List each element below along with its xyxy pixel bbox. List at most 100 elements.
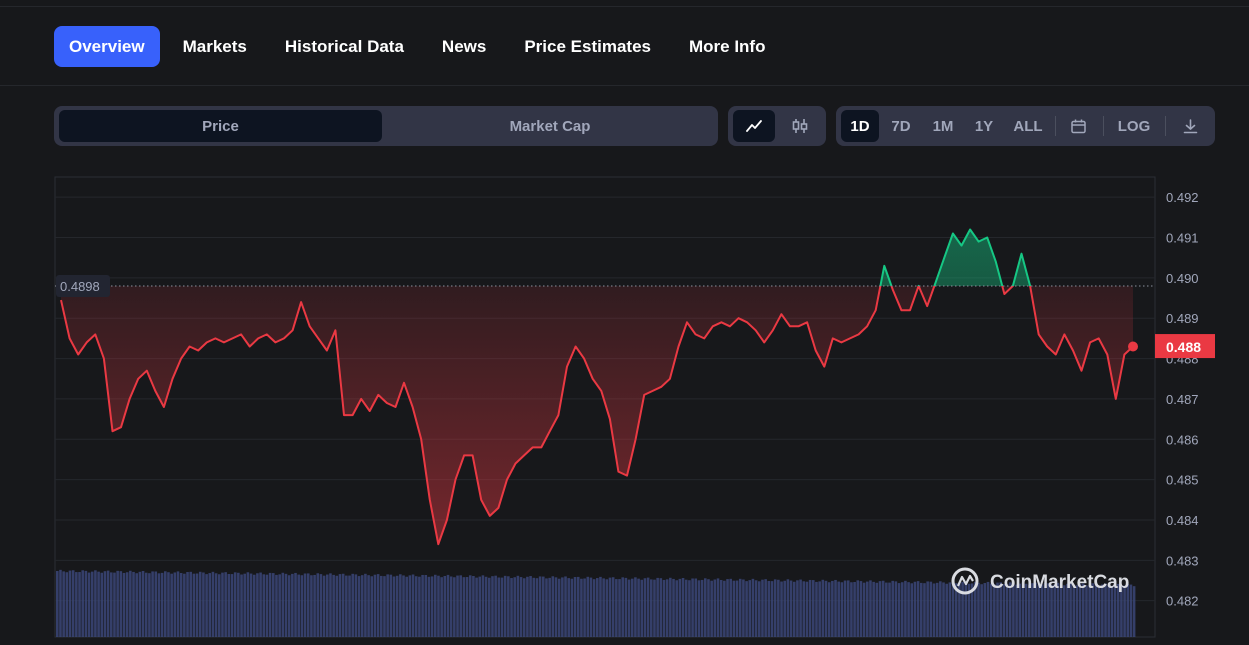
- volume-bar: [824, 580, 828, 637]
- volume-bar: [808, 579, 812, 637]
- volume-bar: [856, 580, 860, 637]
- volume-bar: [272, 573, 275, 637]
- volume-bar: [68, 570, 72, 637]
- volume-bar: [81, 570, 84, 637]
- volume-bar: [688, 580, 691, 637]
- volume-bar: [230, 574, 234, 637]
- volume-bar: [891, 580, 894, 637]
- volume-bar: [900, 582, 904, 637]
- volume-bar: [262, 574, 266, 637]
- volume-bar: [615, 579, 618, 637]
- volume-bar: [650, 579, 653, 637]
- volume-bar: [249, 573, 253, 637]
- volume-bar: [488, 577, 491, 637]
- volume-bar: [259, 572, 262, 637]
- volume-bar: [310, 575, 313, 637]
- volume-bar: [694, 578, 698, 637]
- y-tick-label: 0.484: [1166, 513, 1199, 528]
- reference-label: 0.4898: [60, 279, 100, 294]
- volume-bar: [605, 579, 609, 637]
- volume-bar: [792, 581, 796, 637]
- volume-bar: [602, 578, 605, 637]
- volume-bar: [300, 575, 304, 637]
- y-tick-label: 0.491: [1166, 231, 1199, 246]
- volume-bar: [786, 579, 790, 637]
- volume-bar: [179, 572, 183, 637]
- volume-bar: [630, 578, 634, 637]
- volume-bar: [475, 577, 478, 637]
- volume-bar: [758, 581, 761, 637]
- volume-bar: [881, 580, 885, 637]
- volume-bar: [500, 577, 504, 637]
- volume-bar: [424, 574, 428, 637]
- volume-bar: [354, 574, 358, 637]
- volume-bar: [669, 577, 672, 637]
- volume-bar: [745, 581, 748, 637]
- volume-bar: [218, 574, 221, 637]
- volume-bar: [326, 574, 329, 637]
- volume-bar: [592, 579, 596, 637]
- volume-bar: [567, 578, 570, 637]
- volume-bar: [767, 580, 771, 637]
- volume-bar: [157, 573, 161, 637]
- volume-bar: [192, 573, 196, 637]
- volume-bar: [716, 578, 720, 637]
- volume-bar: [672, 578, 675, 637]
- volume-bar: [770, 581, 774, 637]
- volume-bar: [278, 574, 281, 637]
- volume-bar: [862, 582, 866, 637]
- volume-bar: [608, 577, 612, 637]
- volume-bar: [1129, 584, 1133, 637]
- volume-bar: [656, 577, 659, 637]
- volume-bar: [265, 574, 269, 637]
- volume-bar: [516, 575, 520, 637]
- volume-bar: [275, 574, 278, 637]
- volume-bar: [246, 572, 250, 637]
- volume-bar: [322, 575, 326, 637]
- volume-bar: [90, 571, 94, 637]
- volume-bar: [59, 569, 62, 637]
- volume-bar: [522, 578, 526, 637]
- volume-bar: [214, 573, 218, 637]
- volume-bar: [106, 570, 110, 637]
- volume-bar: [319, 574, 323, 637]
- volume-bar: [916, 581, 920, 637]
- volume-bar: [494, 575, 497, 637]
- volume-bar: [589, 577, 593, 637]
- volume-bar: [122, 572, 126, 637]
- volume-bar: [684, 579, 688, 637]
- volume-bar: [94, 570, 97, 637]
- volume-bar: [840, 582, 844, 637]
- volume-bar: [726, 579, 729, 637]
- volume-bar: [526, 576, 529, 637]
- volume-bar: [1110, 585, 1114, 637]
- volume-bar: [723, 580, 726, 637]
- volume-bar: [376, 574, 380, 637]
- volume-bar: [624, 577, 628, 637]
- volume-bar: [399, 574, 402, 637]
- volume-bar: [815, 581, 818, 637]
- volume-bar: [84, 570, 88, 637]
- volume-bar: [977, 582, 980, 637]
- volume-bar: [926, 581, 929, 637]
- volume-bar: [329, 573, 332, 637]
- volume-bar: [910, 583, 914, 637]
- volume-bar: [653, 579, 656, 637]
- volume-bar: [243, 573, 246, 637]
- y-tick-label: 0.489: [1166, 311, 1199, 326]
- volume-bar: [138, 571, 142, 637]
- volume-bar: [465, 577, 469, 637]
- volume-bar: [894, 581, 898, 637]
- volume-bar: [208, 573, 212, 637]
- volume-bar: [754, 580, 758, 637]
- volume-bar: [395, 575, 399, 637]
- volume-bar: [303, 573, 307, 637]
- volume-bar: [777, 579, 780, 637]
- volume-bar: [599, 576, 602, 637]
- volume-bar: [135, 573, 138, 637]
- volume-bar: [637, 578, 640, 637]
- volume-bar: [738, 578, 742, 637]
- area-above-reference: [61, 229, 1133, 286]
- volume-bar: [503, 575, 507, 637]
- volume-bar: [618, 579, 621, 637]
